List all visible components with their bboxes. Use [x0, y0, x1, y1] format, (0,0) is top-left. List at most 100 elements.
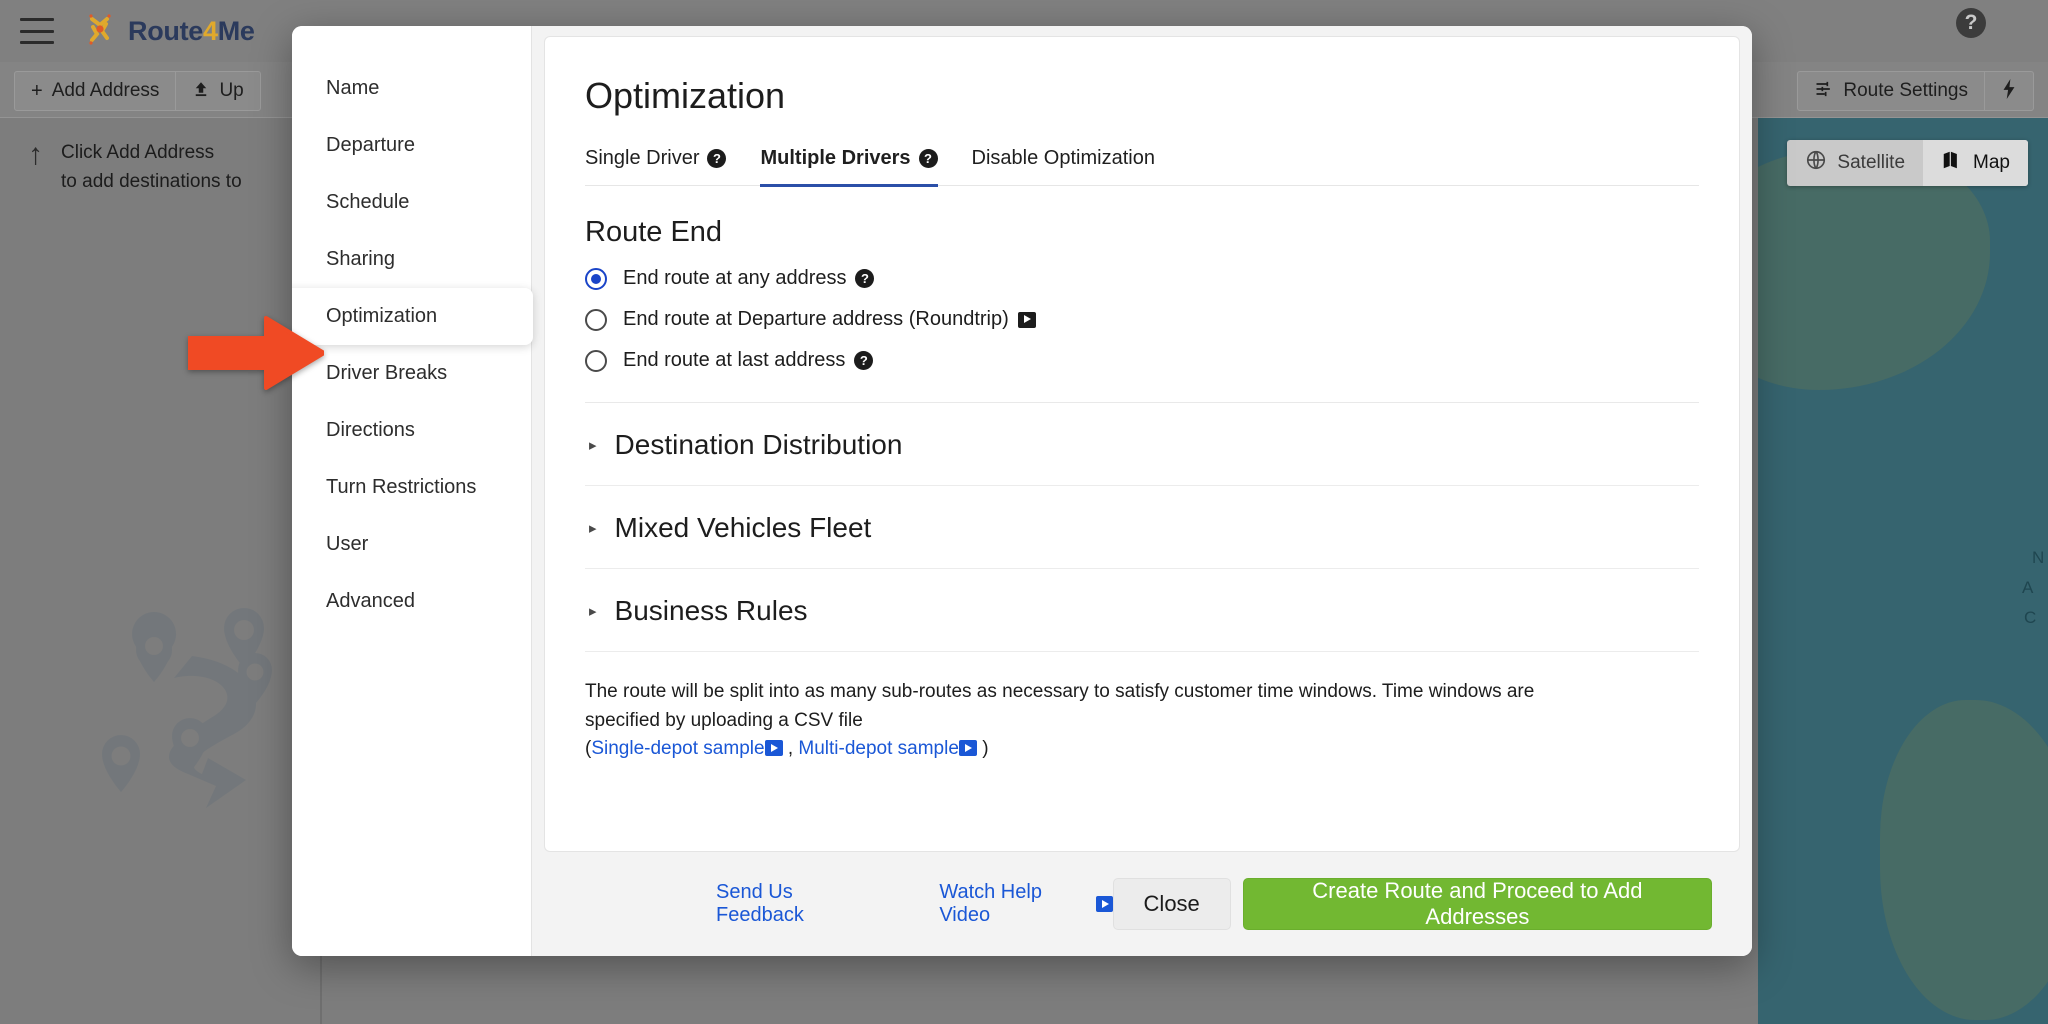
brand-name: Route4Me	[128, 16, 255, 47]
accordion-label: Destination Distribution	[614, 429, 903, 460]
chevron-right-icon: ▸	[589, 520, 597, 537]
modal-footer: Send Us Feedback Watch Help Video Close …	[544, 852, 1740, 956]
brand-name-accent: 4	[203, 15, 218, 46]
route-settings-modal: Name Departure Schedule Sharing Optimiza…	[292, 26, 1752, 956]
tab-label: Single Driver	[585, 147, 700, 169]
add-address-button[interactable]: + Add Address	[15, 72, 177, 110]
help-icon[interactable]: ?	[854, 351, 874, 370]
help-icon[interactable]: ?	[1956, 8, 1986, 38]
radio-end-last-address[interactable]: End route at last address ?	[585, 349, 1699, 372]
sidebar-item-sharing[interactable]: Sharing	[292, 231, 531, 288]
multi-depot-sample-link[interactable]: Multi-depot sample	[798, 738, 959, 759]
upload-button[interactable]: Up	[176, 72, 259, 110]
watch-help-video-link[interactable]: Watch Help Video	[939, 881, 1113, 927]
video-icon[interactable]	[1095, 896, 1113, 912]
brand-logo[interactable]: Route4Me	[80, 11, 255, 51]
route-settings-button[interactable]: Route Settings	[1798, 72, 1985, 110]
modal-body: Optimization Single Driver ? Multiple Dr…	[532, 26, 1752, 956]
tab-label: Disable Optimization	[971, 147, 1155, 169]
single-depot-sample-link[interactable]: Single-depot sample	[591, 738, 764, 759]
upload-label: Up	[219, 80, 244, 101]
help-icon[interactable]: ?	[707, 149, 727, 168]
upload-icon	[192, 80, 210, 102]
video-icon[interactable]	[958, 740, 977, 756]
brand-name-suffix: Me	[217, 15, 255, 46]
tab-multiple-drivers[interactable]: Multiple Drivers ?	[760, 147, 938, 187]
sidebar-item-label: Sharing	[326, 248, 395, 270]
tab-single-driver[interactable]: Single Driver ?	[585, 147, 727, 187]
accordion-label: Mixed Vehicles Fleet	[614, 512, 872, 543]
sidebar-item-driver-breaks[interactable]: Driver Breaks	[292, 345, 531, 402]
page-title: Optimization	[585, 75, 786, 116]
empty-state-text: Click Add Address to add destinations to	[61, 138, 242, 197]
video-icon[interactable]	[1017, 311, 1036, 328]
sidebar-item-label: Departure	[326, 134, 415, 156]
hint-line-2: to add destinations to	[61, 171, 242, 193]
create-route-button[interactable]: Create Route and Proceed to Add Addresse…	[1242, 878, 1712, 930]
brand-name-primary: Route	[128, 15, 203, 46]
empty-state-hint: ↑ Click Add Address to add destinations …	[28, 138, 242, 197]
optimization-note: The route will be split into as many sub…	[585, 678, 1605, 764]
tab-bar: Single Driver ? Multiple Drivers ? Disab…	[585, 147, 1699, 187]
sidebar-item-departure[interactable]: Departure	[292, 117, 531, 174]
sidebar-item-name[interactable]: Name	[292, 60, 531, 117]
add-address-label: Add Address	[51, 80, 160, 101]
tab-disable-optimization[interactable]: Disable Optimization	[972, 147, 1155, 187]
accordion-label: Business Rules	[614, 595, 808, 626]
note-text: The route will be split into as many sub…	[585, 681, 1535, 731]
radio-end-departure-roundtrip[interactable]: End route at Departure address (Roundtri…	[585, 308, 1699, 331]
sidebar-item-label: Directions	[326, 419, 415, 441]
watch-help-video-label: Watch Help Video	[939, 881, 1042, 926]
radio-text: End route at last address	[623, 349, 846, 371]
close-button[interactable]: Close	[1112, 878, 1231, 930]
sidebar-item-label: User	[326, 533, 369, 555]
toolbar-right-group: Route Settings	[1797, 71, 2034, 111]
radio-text: End route at Departure address (Roundtri…	[623, 308, 1009, 330]
route-end-heading: Route End	[585, 216, 723, 248]
optimization-panel: Optimization Single Driver ? Multiple Dr…	[544, 36, 1740, 852]
app-screen: Guatemala Nicaragua Caribbean Sea N A C …	[0, 0, 2048, 1024]
sidebar-item-user[interactable]: User	[292, 516, 531, 573]
route4me-logo-icon	[80, 11, 120, 51]
radio-label: End route at Departure address (Roundtri…	[623, 308, 1036, 331]
chevron-right-icon: ▸	[589, 603, 597, 620]
modal-nav: Name Departure Schedule Sharing Optimiza…	[292, 26, 533, 956]
hamburger-icon[interactable]	[20, 18, 54, 44]
plus-icon: +	[31, 80, 43, 102]
radio-label: End route at any address ?	[623, 267, 875, 290]
radio-indicator[interactable]	[585, 267, 607, 290]
radio-indicator[interactable]	[585, 308, 607, 331]
radio-end-any-address[interactable]: End route at any address ?	[585, 267, 1699, 290]
accordion-mixed-vehicles-fleet[interactable]: ▸ Mixed Vehicles Fleet	[585, 486, 1699, 569]
video-icon[interactable]	[764, 740, 783, 756]
route-settings-label: Route Settings	[1843, 80, 1968, 101]
sidebar-item-label: Turn Restrictions	[326, 476, 477, 498]
radio-label: End route at last address ?	[623, 349, 874, 372]
hint-line-1: Click Add Address	[61, 142, 215, 163]
send-us-feedback-link[interactable]: Send Us Feedback	[716, 881, 875, 927]
sidebar-item-advanced[interactable]: Advanced	[292, 573, 531, 630]
sidebar-item-turn-restrictions[interactable]: Turn Restrictions	[292, 459, 531, 516]
sidebar-item-label: Driver Breaks	[326, 362, 448, 384]
sidebar-item-label: Advanced	[326, 590, 415, 612]
route-pins-watermark-icon	[96, 608, 306, 828]
sidebar-item-label: Name	[326, 77, 380, 99]
up-arrow-icon: ↑	[28, 138, 43, 171]
sidebar-item-label: Schedule	[326, 191, 410, 213]
sidebar-item-directions[interactable]: Directions	[292, 402, 531, 459]
sidebar-item-optimization[interactable]: Optimization	[292, 288, 533, 345]
accordion-business-rules[interactable]: ▸ Business Rules	[585, 569, 1699, 652]
bolt-icon	[2001, 79, 2017, 103]
help-icon[interactable]: ?	[918, 149, 938, 168]
radio-indicator[interactable]	[585, 349, 607, 372]
radio-text: End route at any address	[623, 267, 847, 289]
sliders-icon	[1814, 79, 1834, 103]
red-arrow-callout-icon	[186, 316, 326, 390]
quick-action-button[interactable]	[1985, 72, 2033, 110]
sidebar-item-schedule[interactable]: Schedule	[292, 174, 531, 231]
tab-label: Multiple Drivers	[760, 147, 911, 169]
toolbar-left-group: + Add Address Up	[14, 71, 261, 111]
accordion-destination-distribution[interactable]: ▸ Destination Distribution	[585, 403, 1699, 486]
note-separator: ,	[782, 738, 799, 759]
help-icon[interactable]: ?	[855, 269, 875, 288]
